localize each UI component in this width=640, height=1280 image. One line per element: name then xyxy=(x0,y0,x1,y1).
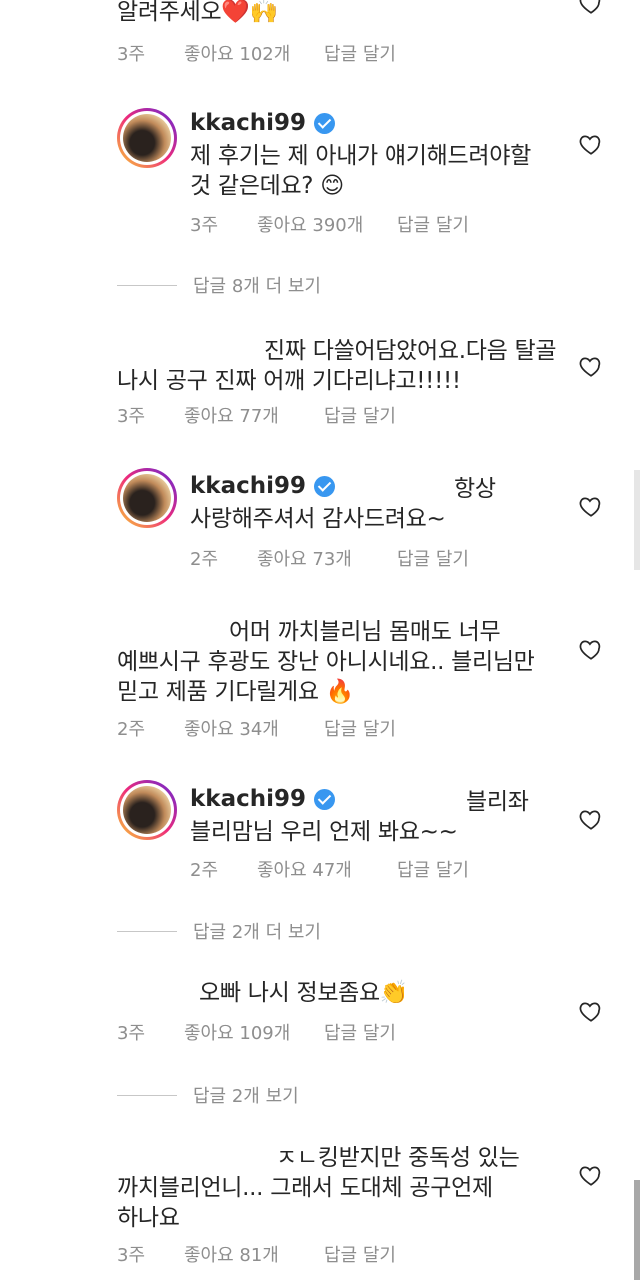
verified-badge-icon xyxy=(314,112,336,134)
username-text[interactable]: kkachi99 xyxy=(190,786,306,812)
comment-text: 블리좌 xyxy=(466,789,529,815)
comment-likes[interactable]: 좋아요 34개 xyxy=(184,715,324,741)
heart-icon[interactable] xyxy=(578,353,604,379)
comment-meta: 3주 좋아요 102개 답글 달기 xyxy=(117,40,396,66)
comment-time: 3주 xyxy=(117,406,146,427)
divider xyxy=(117,1094,177,1096)
reply-button[interactable]: 답글 달기 xyxy=(324,40,396,66)
avatar[interactable] xyxy=(117,780,177,840)
comment-text: 하나요 xyxy=(117,1205,180,1231)
reply-button[interactable]: 답글 달기 xyxy=(397,211,469,237)
username[interactable]: kkachi99 xyxy=(190,473,336,499)
heart-icon[interactable] xyxy=(578,636,604,662)
comment-time: 3주 xyxy=(190,215,219,236)
comment-text: 블리맘님 우리 언제 봐요~~ xyxy=(190,819,458,845)
comment-meta: 3주 좋아요 390개 답글 달기 xyxy=(190,211,469,237)
heart-icon[interactable] xyxy=(578,493,604,519)
comment-meta: 2주 좋아요 47개 답글 달기 xyxy=(190,856,469,882)
reply-button[interactable]: 답글 달기 xyxy=(324,715,396,741)
comment-text: 알려주세오❤️🙌 xyxy=(117,0,278,25)
heart-icon[interactable] xyxy=(578,1162,604,1188)
comment-time: 3주 xyxy=(117,1023,146,1044)
username-text[interactable]: kkachi99 xyxy=(190,110,306,136)
verified-badge-icon xyxy=(314,475,336,497)
comment-text: 것 같은데요? 😊 xyxy=(190,173,344,199)
comment-text: ㅈㄴ킹받지만 중독성 있는 xyxy=(276,1145,520,1171)
scrollbar-thumb[interactable] xyxy=(634,1180,640,1280)
comment-text: 나시 공구 진짜 어깨 기다리냐고!!!!! xyxy=(117,368,461,394)
heart-icon[interactable] xyxy=(578,0,604,16)
heart-icon[interactable] xyxy=(578,806,604,832)
comment-time: 3주 xyxy=(117,1245,146,1266)
reply-button[interactable]: 답글 달기 xyxy=(397,856,469,882)
divider xyxy=(117,930,177,932)
comment-likes[interactable]: 좋아요 81개 xyxy=(184,1241,324,1267)
comment-time: 2주 xyxy=(117,719,146,740)
reply-button[interactable]: 답글 달기 xyxy=(397,545,469,571)
username[interactable]: kkachi99 xyxy=(190,786,336,812)
comment-text: 까치블리언니... 그래서 도대체 공구언제 xyxy=(117,1175,493,1201)
comment-time: 2주 xyxy=(190,860,219,881)
comment-likes[interactable]: 좋아요 102개 xyxy=(184,40,324,66)
view-more-replies[interactable]: 답글 8개 더 보기 xyxy=(117,272,321,298)
avatar[interactable] xyxy=(117,468,177,528)
scrollbar[interactable] xyxy=(634,470,640,570)
comment-likes[interactable]: 좋아요 390개 xyxy=(257,211,397,237)
username[interactable]: kkachi99 xyxy=(190,110,336,136)
comment-likes[interactable]: 좋아요 73개 xyxy=(257,545,397,571)
comment-likes[interactable]: 좋아요 109개 xyxy=(184,1019,324,1045)
comment-text: 오빠 나시 정보좀요👏 xyxy=(199,980,409,1006)
username-text[interactable]: kkachi99 xyxy=(190,473,306,499)
view-more-label[interactable]: 답글 2개 보기 xyxy=(193,1082,299,1108)
heart-icon[interactable] xyxy=(578,131,604,157)
verified-badge-icon xyxy=(314,788,336,810)
comment-likes[interactable]: 좋아요 77개 xyxy=(184,402,324,428)
comment-meta: 3주 좋아요 109개 답글 달기 xyxy=(117,1019,396,1045)
comment-text: 믿고 제품 기다릴게요 🔥 xyxy=(117,679,355,705)
comment-text: 진짜 다쓸어담았어요.다음 탈골 xyxy=(264,338,557,364)
comment-meta: 2주 좋아요 73개 답글 달기 xyxy=(190,545,469,571)
comment-text: 제 후기는 제 아내가 얘기해드려야할 xyxy=(190,143,531,169)
view-more-replies[interactable]: 답글 2개 보기 xyxy=(117,1082,299,1108)
heart-icon[interactable] xyxy=(578,998,604,1024)
reply-button[interactable]: 답글 달기 xyxy=(324,1019,396,1045)
comment-meta: 3주 좋아요 81개 답글 달기 xyxy=(117,1241,396,1267)
comment-time: 2주 xyxy=(190,549,219,570)
comment-time: 3주 xyxy=(117,44,146,65)
comment-text: 예쁘시구 후광도 장난 아니시네요.. 블리님만 xyxy=(117,649,535,675)
comment-likes[interactable]: 좋아요 47개 xyxy=(257,856,397,882)
avatar[interactable] xyxy=(117,108,177,168)
comment-text: 항상 xyxy=(454,476,496,502)
comment-text: 사랑해주셔서 감사드려요~ xyxy=(190,506,446,532)
view-more-replies[interactable]: 답글 2개 더 보기 xyxy=(117,918,321,944)
view-more-label[interactable]: 답글 8개 더 보기 xyxy=(193,272,321,298)
comment-text: 어머 까치블리님 몸매도 너무 xyxy=(229,619,501,645)
comment-meta: 3주 좋아요 77개 답글 달기 xyxy=(117,402,396,428)
view-more-label[interactable]: 답글 2개 더 보기 xyxy=(193,918,321,944)
divider xyxy=(117,284,177,286)
comment-meta: 2주 좋아요 34개 답글 달기 xyxy=(117,715,396,741)
reply-button[interactable]: 답글 달기 xyxy=(324,1241,396,1267)
reply-button[interactable]: 답글 달기 xyxy=(324,402,396,428)
